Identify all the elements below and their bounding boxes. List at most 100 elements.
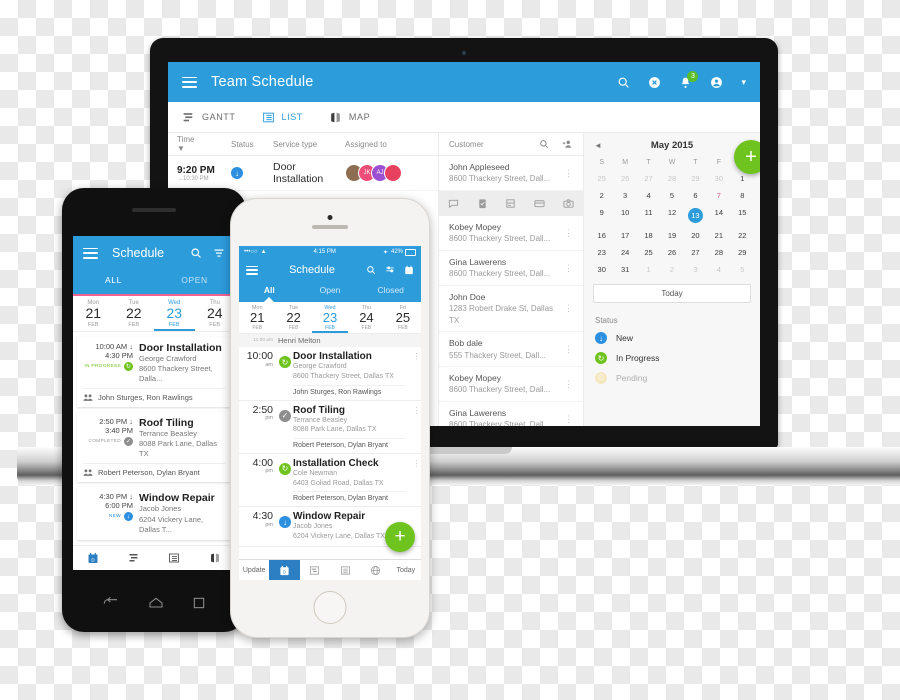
overflow-menu-icon[interactable]: ⋮: [412, 458, 421, 502]
calendar-day[interactable]: 30: [590, 261, 613, 278]
card-icon[interactable]: [534, 198, 545, 209]
day-cell[interactable]: Tue 22 FEB: [275, 302, 311, 333]
bell-icon[interactable]: 3: [679, 70, 699, 89]
camera-icon[interactable]: [563, 198, 574, 209]
close-circle-icon[interactable]: [648, 76, 661, 89]
calendar-day[interactable]: 9: [590, 204, 613, 227]
gantt-icon[interactable]: [300, 560, 330, 580]
calendar-day[interactable]: 6: [684, 187, 707, 204]
add-person-icon[interactable]: [561, 139, 573, 149]
calendar-day[interactable]: 16: [590, 227, 613, 244]
checklist-icon[interactable]: [477, 198, 488, 209]
tab-map[interactable]: MAP: [329, 111, 370, 124]
overflow-menu-icon[interactable]: ⋮: [564, 304, 573, 313]
filter-icon[interactable]: [213, 247, 225, 259]
search-icon[interactable]: [617, 76, 630, 89]
calendar-icon[interactable]: D: [87, 552, 99, 564]
home-icon[interactable]: [148, 597, 164, 609]
calendar-day[interactable]: 5: [660, 187, 683, 204]
gantt-icon[interactable]: [128, 552, 140, 564]
calendar-day[interactable]: 25: [637, 244, 660, 261]
list-item[interactable]: John Appleseed 8600 Thackery Street, Dal…: [439, 156, 583, 191]
update-button[interactable]: Update: [239, 560, 269, 580]
calendar-day[interactable]: 23: [590, 244, 613, 261]
day-cell-selected[interactable]: Wed 23 FEB: [312, 302, 348, 333]
calendar-day[interactable]: 17: [613, 227, 636, 244]
day-cell[interactable]: Mon 21 FEB: [73, 296, 114, 331]
day-cell[interactable]: Thu 24 FEB: [348, 302, 384, 333]
calendar-day[interactable]: 7: [707, 187, 730, 204]
overflow-menu-icon[interactable]: ⋮: [412, 405, 421, 449]
calendar-day[interactable]: 22: [731, 227, 754, 244]
tab-gantt[interactable]: GANTT: [182, 111, 236, 124]
day-cell[interactable]: Fri 25 FEB: [385, 302, 421, 333]
calendar-day[interactable]: 19: [660, 227, 683, 244]
calendar-day[interactable]: 4: [707, 261, 730, 278]
list-item[interactable]: 2:50 pm ✓ Roof Tiling Terrance Beasley 8…: [239, 400, 421, 454]
add-button[interactable]: +: [734, 140, 760, 174]
calendar-day[interactable]: 3: [684, 261, 707, 278]
calendar-day[interactable]: 28: [707, 244, 730, 261]
filter-icon[interactable]: [385, 265, 395, 275]
back-icon[interactable]: [103, 597, 119, 609]
hamburger-icon[interactable]: [83, 247, 98, 259]
calendar-day-selected[interactable]: 13: [684, 204, 707, 227]
today-button[interactable]: Today: [593, 284, 751, 303]
calendar-day[interactable]: 29: [731, 244, 754, 261]
calendar-day[interactable]: 8: [731, 187, 754, 204]
list-item[interactable]: 4:00 pm ↻ Installation Check Cole Newman…: [239, 453, 421, 508]
overflow-menu-icon[interactable]: ⋮: [564, 263, 573, 272]
calendar-day[interactable]: 18: [637, 227, 660, 244]
calendar-day[interactable]: 28: [660, 170, 683, 187]
list-item[interactable]: 10:00 AM ↓ 4:30 PM IN PROGRESS ↻ Door Ins…: [77, 336, 231, 408]
tab-closed[interactable]: Closed: [360, 282, 421, 302]
tab-all[interactable]: ALL: [73, 270, 154, 294]
calendar-day[interactable]: 2: [660, 261, 683, 278]
overflow-menu-icon[interactable]: ⋮: [412, 351, 421, 395]
calendar-day[interactable]: 15: [731, 204, 754, 227]
calendar-day[interactable]: 11: [637, 204, 660, 227]
recents-icon[interactable]: [193, 597, 205, 609]
add-button[interactable]: +: [385, 522, 415, 552]
tab-all[interactable]: All: [239, 282, 300, 302]
status-legend-pending[interactable]: ⏱ Pending: [584, 368, 760, 388]
list-item[interactable]: Kobey Mopey 8600 Thackery Street, Dall...…: [439, 216, 583, 251]
list-icon[interactable]: [168, 552, 180, 564]
calendar-day[interactable]: 21: [707, 227, 730, 244]
hamburger-icon[interactable]: [246, 265, 258, 275]
day-cell[interactable]: Mon 21 FEB: [239, 302, 275, 333]
table-row[interactable]: 9:20 PM →10:30 PM ↓ Door Installation JK…: [168, 156, 438, 191]
calendar-day[interactable]: 20: [684, 227, 707, 244]
tab-open[interactable]: OPEN: [154, 270, 235, 294]
overflow-menu-icon[interactable]: ⋮: [564, 228, 573, 237]
overflow-menu-icon[interactable]: ⋮: [564, 414, 573, 423]
calendar-day[interactable]: 29: [684, 170, 707, 187]
search-icon[interactable]: [366, 265, 376, 275]
status-legend-new[interactable]: ↓ New: [584, 328, 760, 348]
map-icon[interactable]: [209, 552, 221, 564]
search-icon[interactable]: [190, 247, 202, 259]
list-item[interactable]: John Doe 1283 Robert Drake St, Dallas TX ⋮: [439, 286, 583, 333]
calendar-day[interactable]: 12: [660, 204, 683, 227]
calendar-day[interactable]: 24: [613, 244, 636, 261]
calendar-day[interactable]: 26: [660, 244, 683, 261]
day-cell[interactable]: Tue 22 FEB: [114, 296, 155, 331]
calendar-day[interactable]: 26: [613, 170, 636, 187]
chat-icon[interactable]: [448, 198, 459, 209]
calendar-icon[interactable]: D: [269, 560, 300, 580]
calendar-day[interactable]: 2: [590, 187, 613, 204]
hamburger-icon[interactable]: [182, 76, 197, 88]
calendar-icon[interactable]: [404, 265, 414, 275]
calendar-day[interactable]: 27: [637, 170, 660, 187]
account-caret-icon[interactable]: ▾: [741, 77, 746, 88]
iphone-home-button[interactable]: [313, 591, 347, 624]
status-legend-in-progress[interactable]: ↻ In Progress: [584, 348, 760, 368]
calendar-day[interactable]: 30: [707, 170, 730, 187]
calendar-day[interactable]: 10: [613, 204, 636, 227]
overflow-menu-icon[interactable]: ⋮: [564, 344, 573, 353]
day-cell-selected[interactable]: Wed 23 FEB: [154, 296, 195, 331]
calendar-day[interactable]: 31: [613, 261, 636, 278]
calendar-day[interactable]: 5: [731, 261, 754, 278]
calendar-prev-button[interactable]: ◄: [594, 141, 602, 150]
list-item[interactable]: Gina Lawerens 8600 Thackery Street, Dall.…: [439, 251, 583, 286]
